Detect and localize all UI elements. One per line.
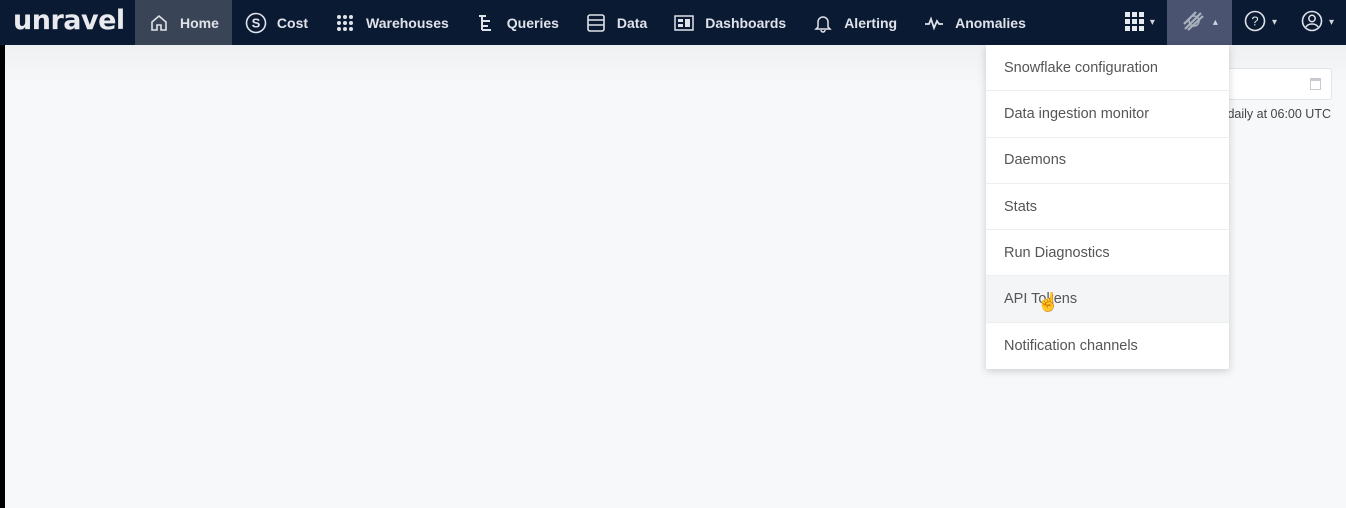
chevron-down-icon: ▾ <box>1271 17 1277 28</box>
home-icon <box>148 12 170 34</box>
schedule-text: daily at 06:00 UTC <box>1227 107 1331 121</box>
menu-item-notification-channels[interactable]: Notification channels <box>986 323 1229 369</box>
menu-item-daemons[interactable]: Daemons <box>986 138 1229 184</box>
nav-label: Home <box>180 14 219 31</box>
nav-cost[interactable]: S Cost <box>232 0 321 45</box>
menu-item-stats[interactable]: Stats <box>986 184 1229 231</box>
chevron-down-icon: ▾ <box>1328 17 1334 28</box>
nav-anomalies[interactable]: Anomalies <box>910 0 1039 45</box>
settings-dropdown: Snowflake configuration Data ingestion m… <box>986 45 1229 370</box>
chevron-down-icon: ▾ <box>1149 17 1155 28</box>
help-icon: ? <box>1244 10 1266 35</box>
top-nav: unravel Home S Cost Warehouses Queries D… <box>0 0 1346 45</box>
svg-text:?: ? <box>1251 14 1258 29</box>
calendar-icon <box>1310 78 1321 90</box>
nav-alerting[interactable]: Alerting <box>799 0 910 45</box>
settings-menu-button[interactable]: ▴ <box>1166 0 1232 45</box>
database-icon <box>585 12 607 34</box>
menu-item-snowflake-configuration[interactable]: Snowflake configuration <box>986 45 1229 92</box>
settings-icon <box>1181 9 1207 36</box>
menu-item-api-tokens[interactable]: API Tokens <box>986 276 1229 323</box>
nav-label: Warehouses <box>366 14 449 31</box>
bell-icon <box>812 12 834 34</box>
nav-queries[interactable]: Queries <box>462 0 572 45</box>
menu-item-run-diagnostics[interactable]: Run Diagnostics <box>986 230 1229 277</box>
nav-label: Data <box>616 14 648 31</box>
nav-label: Anomalies <box>955 14 1026 31</box>
nav-label: Alerting <box>844 14 898 31</box>
nav-label: Queries <box>506 14 559 31</box>
nav-data[interactable]: Data <box>572 0 660 45</box>
nav-warehouses[interactable]: Warehouses <box>321 0 462 45</box>
svg-text:S: S <box>252 15 261 30</box>
help-menu-button[interactable]: ? ▾ <box>1232 0 1289 45</box>
user-menu-button[interactable]: ▾ <box>1289 0 1346 45</box>
hand-cursor-icon: ☝ <box>1037 292 1060 312</box>
pulse-icon <box>923 12 945 34</box>
nav-label: Cost <box>276 14 309 31</box>
apps-grid-icon <box>1124 11 1144 34</box>
nav-dashboards[interactable]: Dashboards <box>660 0 799 45</box>
user-icon <box>1301 10 1323 35</box>
dashboard-icon <box>673 12 695 34</box>
dollar-circle-icon: S <box>245 12 267 34</box>
chevron-up-icon: ▴ <box>1212 17 1218 28</box>
nav-label: Dashboards <box>705 14 787 31</box>
nav-home[interactable]: Home <box>135 0 232 45</box>
menu-item-data-ingestion-monitor[interactable]: Data ingestion monitor <box>986 91 1229 138</box>
grid-dots-icon <box>334 12 356 34</box>
nav-right: ▾ ▴ ? ▾ ▾ <box>1112 0 1346 45</box>
apps-menu-button[interactable]: ▾ <box>1112 0 1167 45</box>
logo[interactable]: unravel <box>13 5 135 36</box>
tree-icon <box>475 12 497 34</box>
